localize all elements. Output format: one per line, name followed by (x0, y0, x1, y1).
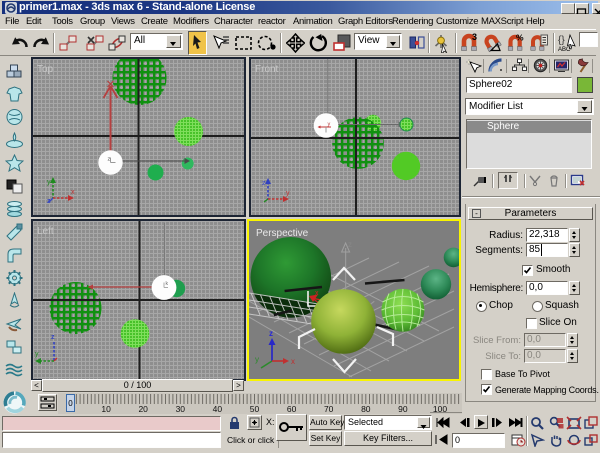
svg-text:80: 80 (361, 404, 371, 414)
svg-text:Left: Left (37, 226, 54, 237)
svg-text:30: 30 (176, 404, 186, 414)
svg-text:y: y (328, 122, 331, 128)
svg-text:Perspective: Perspective (256, 228, 309, 239)
svg-text:z: z (269, 329, 273, 338)
svg-text:ABC: ABC (558, 47, 571, 53)
svg-text:z: z (262, 180, 266, 187)
svg-text:{}: {} (558, 35, 565, 46)
svg-text:Top: Top (37, 64, 54, 75)
svg-text:3: 3 (472, 32, 477, 42)
svg-text:y: y (35, 351, 39, 358)
svg-text:20: 20 (138, 404, 148, 414)
svg-text:z: z (348, 240, 352, 249)
svg-text:x: x (291, 357, 295, 366)
svg-text:90: 90 (398, 404, 408, 414)
svg-text:y: y (255, 355, 259, 364)
svg-text:40: 40 (213, 404, 223, 414)
svg-text:y: y (286, 190, 290, 197)
svg-text:z: z (51, 334, 55, 341)
svg-text:x: x (315, 290, 319, 297)
svg-text:x: x (71, 189, 75, 196)
svg-text:50: 50 (250, 404, 260, 414)
svg-text:y: y (47, 179, 51, 186)
svg-text:%: % (516, 33, 524, 43)
svg-text:z: z (108, 157, 111, 163)
svg-text:60: 60 (287, 404, 297, 414)
svg-text:Front: Front (255, 64, 279, 75)
svg-text:70: 70 (324, 404, 334, 414)
svg-text:10: 10 (101, 404, 111, 414)
